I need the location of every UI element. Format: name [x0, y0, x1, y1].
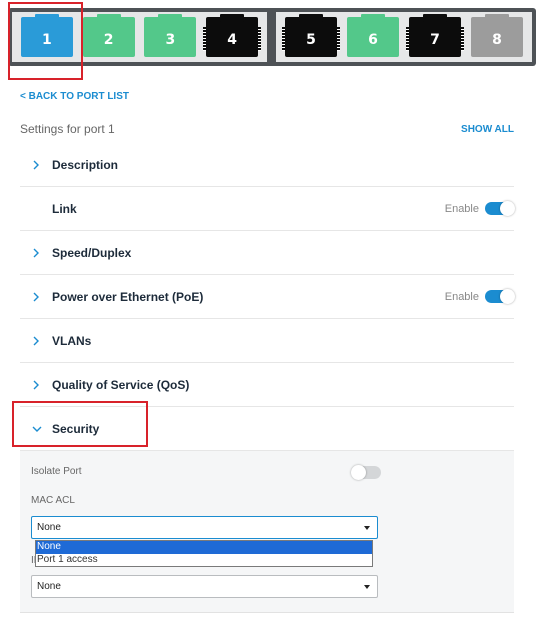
port-7-label: 7: [430, 32, 440, 48]
section-speed-duplex[interactable]: Speed/Duplex: [20, 231, 514, 275]
back-to-port-list-link[interactable]: < BACK TO PORT LIST: [20, 91, 129, 102]
section-security[interactable]: Security: [20, 407, 514, 451]
ip-acl-select[interactable]: None: [31, 575, 378, 598]
port-3-label: 3: [165, 32, 176, 48]
port-4-label: 4: [227, 32, 237, 48]
link-enable-toggle[interactable]: [485, 201, 515, 216]
port-6-label: 6: [368, 32, 378, 48]
port-7[interactable]: 7: [406, 14, 464, 57]
section-link[interactable]: Link Enable: [20, 187, 515, 231]
mac-acl-option-none[interactable]: None: [36, 541, 372, 554]
port-bar: 1 2 3 4 5 6 7 8: [8, 8, 536, 66]
port-group-1-4: 1 2 3 4: [12, 12, 267, 62]
section-speed-duplex-label: Speed/Duplex: [52, 245, 132, 260]
poe-enable-label: Enable: [444, 290, 479, 303]
chevron-right-icon: [32, 380, 46, 390]
port-5-label: 5: [306, 32, 316, 48]
show-all-link[interactable]: SHOW ALL: [461, 124, 514, 135]
section-description-label: Description: [52, 157, 119, 172]
mac-acl-dropdown-list: None Port 1 access: [35, 540, 373, 567]
mac-acl-label: MAC ACL: [31, 495, 75, 506]
chevron-right-icon: [32, 248, 46, 258]
port-2[interactable]: 2: [82, 14, 135, 57]
chevron-right-icon: [32, 336, 46, 346]
section-poe-label: Power over Ethernet (PoE): [52, 289, 204, 304]
section-vlans-label: VLANs: [52, 333, 92, 348]
link-enable-label: Enable: [444, 202, 479, 215]
mac-acl-value: None: [37, 522, 61, 533]
port-3[interactable]: 3: [144, 14, 197, 57]
section-description[interactable]: Description: [20, 143, 514, 187]
port-1-label: 1: [42, 32, 52, 48]
mac-acl-select[interactable]: None: [31, 516, 378, 539]
port-5[interactable]: 5: [282, 14, 340, 57]
port-group-5-8: 5 6 7 8: [276, 12, 532, 62]
port-1[interactable]: 1: [20, 14, 73, 57]
page-title: Settings for port 1: [20, 122, 115, 136]
isolate-port-toggle[interactable]: [351, 465, 381, 480]
port-8-label: 8: [492, 32, 502, 48]
ip-acl-value: None: [37, 581, 61, 592]
section-link-label: Link: [52, 201, 77, 216]
poe-enable-toggle[interactable]: [485, 289, 515, 304]
section-qos-label: Quality of Service (QoS): [52, 377, 190, 392]
port-4[interactable]: 4: [203, 14, 262, 57]
section-security-label: Security: [52, 421, 100, 436]
chevron-right-icon: [32, 160, 46, 170]
security-panel: Isolate Port MAC ACL None IP None None P…: [20, 451, 514, 613]
dropdown-caret-icon: [364, 526, 370, 530]
port-6[interactable]: 6: [347, 14, 399, 57]
dropdown-caret-icon: [364, 585, 370, 589]
mac-acl-option-port-1-access[interactable]: Port 1 access: [36, 554, 372, 567]
section-vlans[interactable]: VLANs: [20, 319, 514, 363]
section-poe[interactable]: Power over Ethernet (PoE) Enable: [20, 275, 515, 319]
isolate-port-label: Isolate Port: [31, 466, 82, 477]
port-2-label: 2: [103, 32, 114, 48]
section-qos[interactable]: Quality of Service (QoS): [20, 363, 514, 407]
chevron-down-icon: [32, 425, 46, 433]
chevron-right-icon: [32, 292, 46, 302]
port-8[interactable]: 8: [471, 14, 523, 57]
